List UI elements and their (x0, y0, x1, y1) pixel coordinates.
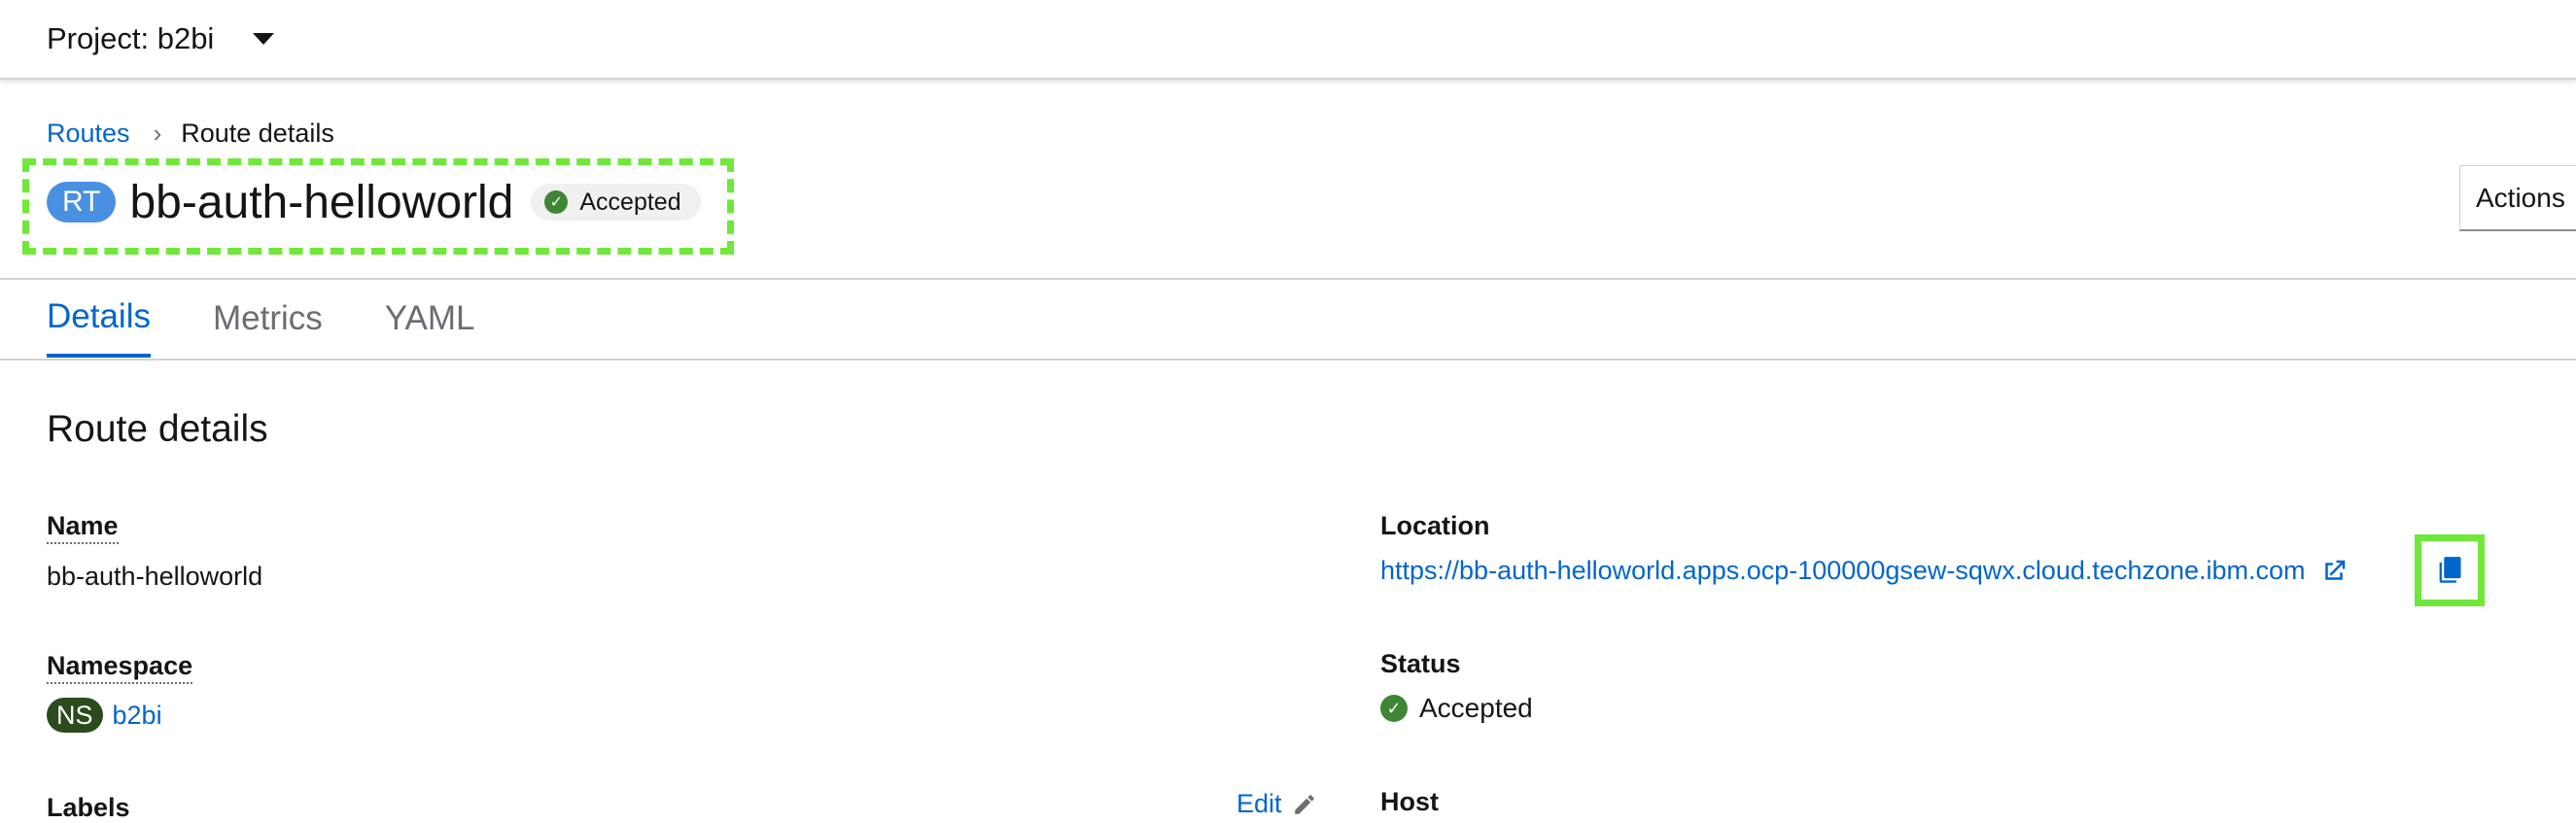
pencil-icon (1294, 794, 1314, 814)
caret-down-icon (253, 33, 275, 45)
location-label: Location (1380, 511, 1490, 540)
project-label: Project: b2bi (47, 21, 215, 55)
project-selector[interactable]: Project: b2bi (47, 17, 275, 60)
location-row: https://bb-auth-helloworld.apps.ocp-1000… (1380, 556, 2349, 586)
namespace-label: Namespace (47, 651, 193, 684)
labels-label: Labels (47, 793, 130, 822)
status-value: ✓ Accepted (1380, 693, 1533, 724)
breadcrumb-current: Route details (181, 119, 334, 148)
chevron-right-icon: › (153, 119, 162, 148)
external-link-icon[interactable] (2319, 557, 2349, 586)
name-label-text: Name (47, 511, 119, 544)
namespace-value: NS b2bi (47, 698, 162, 733)
top-bar: Project: b2bi (0, 0, 2576, 80)
location-url-link[interactable]: https://bb-auth-helloworld.apps.ocp-1000… (1380, 556, 2306, 586)
edit-labels-button[interactable]: Edit (1236, 789, 1317, 819)
tab-metrics[interactable]: Metrics (213, 280, 323, 358)
breadcrumb-routes-link[interactable]: Routes (47, 119, 130, 149)
status-value-text: Accepted (1419, 693, 1533, 723)
namespace-link[interactable]: b2bi (113, 701, 162, 731)
namespace-badge: NS (47, 698, 103, 733)
section-title: Route details (47, 408, 268, 450)
tab-details[interactable]: Details (47, 280, 151, 358)
namespace-label-text: Namespace (47, 651, 193, 684)
copy-to-clipboard-button[interactable] (2415, 534, 2485, 606)
copy-icon (2439, 557, 2461, 583)
actions-button[interactable]: Actions (2459, 165, 2576, 231)
tab-bar: Details Metrics YAML (47, 280, 537, 360)
breadcrumb: Routes › Route details (47, 119, 334, 149)
host-label: Host (1380, 787, 1439, 816)
status-label: Status (1380, 649, 1461, 678)
check-circle-icon: ✓ (1380, 695, 1408, 722)
edit-label: Edit (1236, 789, 1282, 818)
name-value: bb-auth-helloworld (47, 562, 263, 591)
tab-yaml[interactable]: YAML (385, 280, 475, 358)
tabs-divider (0, 359, 2576, 360)
name-label: Name (47, 511, 119, 544)
highlight-box (22, 158, 734, 255)
